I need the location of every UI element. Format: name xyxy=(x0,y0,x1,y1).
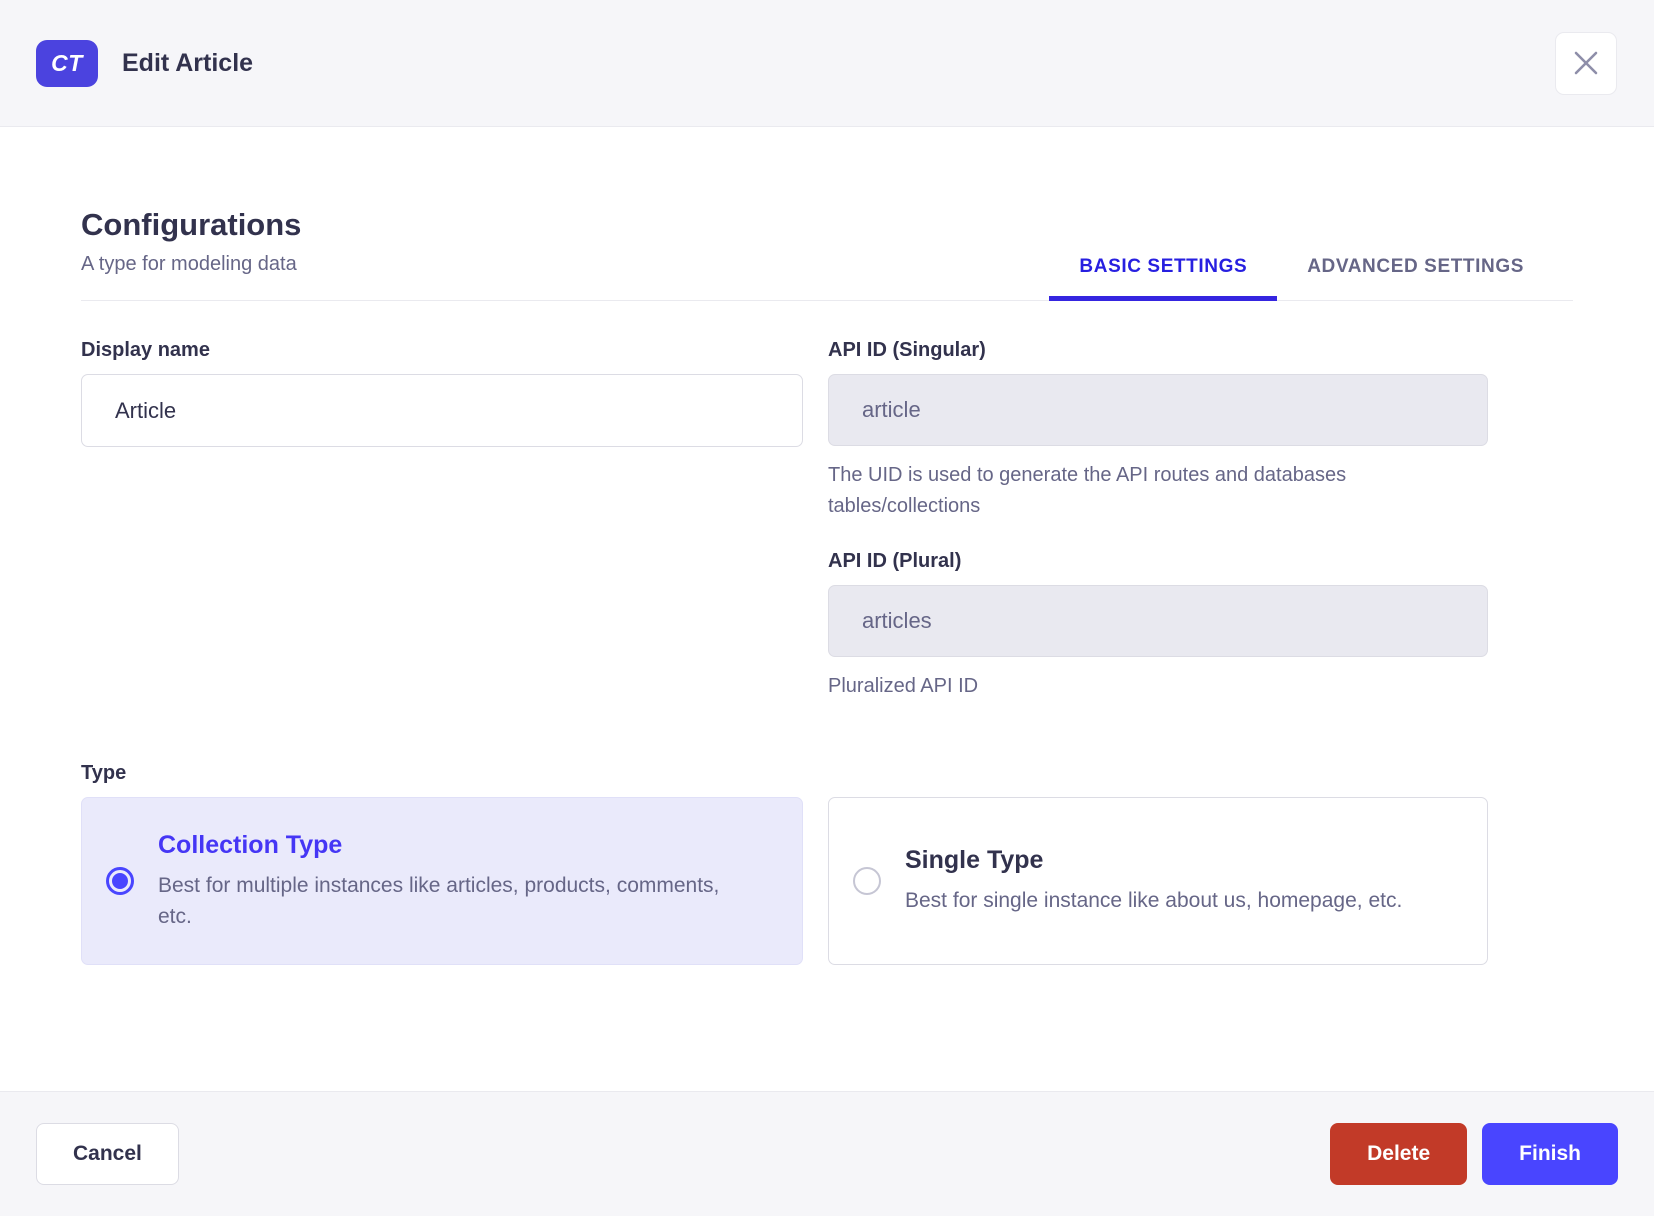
collection-type-title: Collection Type xyxy=(158,830,343,859)
single-type-option[interactable]: Single Type Best for single instance lik… xyxy=(828,797,1488,965)
footer-actions: Delete Finish xyxy=(1330,1123,1618,1185)
single-type-description: Best for single instance like about us, … xyxy=(905,889,1403,912)
edit-article-modal: CT Edit Article Configurations A type fo… xyxy=(0,0,1654,1216)
configuration-form: Display name API ID (Singular) The UID i… xyxy=(81,339,1573,702)
api-id-column: API ID (Singular) The UID is used to gen… xyxy=(828,339,1488,702)
collection-type-radio[interactable] xyxy=(106,867,134,895)
type-options: Collection Type Best for multiple instan… xyxy=(81,797,1573,965)
tab-advanced-settings[interactable]: ADVANCED SETTINGS xyxy=(1277,256,1554,300)
configurations-header-row: Configurations A type for modeling data … xyxy=(81,207,1573,301)
api-id-plural-input xyxy=(828,585,1488,657)
single-type-title: Single Type xyxy=(905,846,1044,874)
collection-type-texts: Collection Type Best for multiple instan… xyxy=(158,831,738,932)
type-section: Type Collection Type Best for multiple i… xyxy=(81,762,1573,965)
cancel-button[interactable]: Cancel xyxy=(36,1123,179,1185)
display-name-input[interactable] xyxy=(81,374,803,447)
type-label: Type xyxy=(81,762,127,784)
collection-type-option[interactable]: Collection Type Best for multiple instan… xyxy=(81,797,803,965)
single-type-texts: Single Type Best for single instance lik… xyxy=(905,846,1402,916)
api-id-singular-label: API ID (Singular) xyxy=(828,339,986,361)
api-id-singular-hint: The UID is used to generate the API rout… xyxy=(828,464,1347,517)
content-type-badge: CT xyxy=(36,39,98,87)
api-id-singular-input xyxy=(828,374,1488,446)
section-title: Configurations xyxy=(81,207,302,242)
single-type-radio[interactable] xyxy=(853,867,881,895)
collection-type-description: Best for multiple instances like article… xyxy=(158,873,720,928)
modal-footer: Cancel Delete Finish xyxy=(0,1091,1654,1216)
close-icon xyxy=(1573,50,1599,76)
delete-button[interactable]: Delete xyxy=(1330,1123,1468,1185)
api-id-plural-hint: Pluralized API ID xyxy=(828,675,979,697)
close-button[interactable] xyxy=(1555,31,1617,95)
modal-header: CT Edit Article xyxy=(0,0,1654,127)
radio-dot xyxy=(112,873,128,889)
api-id-plural-label: API ID (Plural) xyxy=(828,550,962,572)
configurations-heading: Configurations A type for modeling data xyxy=(81,207,301,300)
api-id-singular-field: API ID (Singular) The UID is used to gen… xyxy=(828,339,1488,522)
display-name-field: Display name xyxy=(81,339,803,702)
modal-title: Edit Article xyxy=(122,48,254,77)
api-id-plural-field: API ID (Plural) Pluralized API ID xyxy=(828,550,1488,702)
settings-tabs: BASIC SETTINGS ADVANCED SETTINGS xyxy=(1049,256,1554,301)
section-subtitle: A type for modeling data xyxy=(81,253,297,275)
display-name-label: Display name xyxy=(81,339,210,361)
modal-body: Configurations A type for modeling data … xyxy=(0,127,1654,1091)
finish-button[interactable]: Finish xyxy=(1482,1123,1618,1185)
tab-basic-settings[interactable]: BASIC SETTINGS xyxy=(1049,256,1278,301)
